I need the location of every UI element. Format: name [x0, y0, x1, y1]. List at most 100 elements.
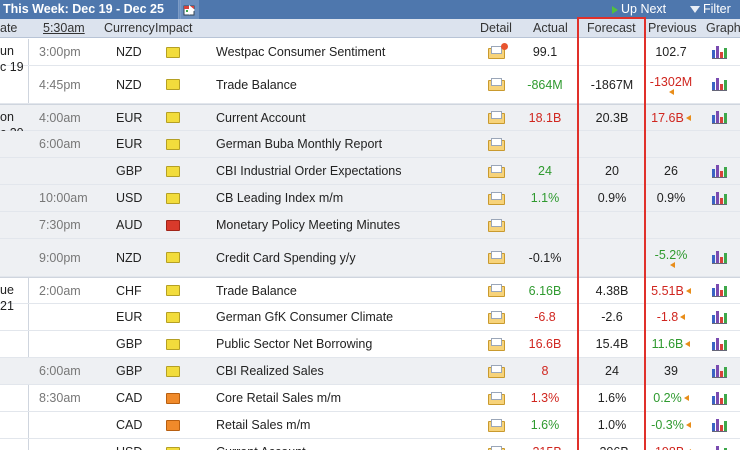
revised-icon[interactable]	[669, 88, 675, 95]
header-time-toggle[interactable]: 5:30am	[43, 19, 85, 38]
folder-icon[interactable]	[488, 78, 505, 91]
bar-chart-icon[interactable]	[712, 111, 727, 124]
graph-cell[interactable]	[712, 304, 732, 330]
table-row[interactable]: 9:00pm NZD Credit Card Spending y/y -0.1% -5…	[0, 239, 740, 277]
table-row[interactable]: 8:30am CAD Core Retail Sales m/m 1.3% 1.6% 0.…	[0, 385, 740, 412]
folder-icon[interactable]	[488, 251, 505, 264]
bar-chart-icon[interactable]	[712, 45, 727, 59]
table-row[interactable]: GBP Public Sector Net Borrowing 16.6B 15.4B…	[0, 331, 740, 358]
revised-icon[interactable]	[669, 261, 675, 268]
revised-icon[interactable]	[685, 341, 691, 347]
folder-icon[interactable]	[488, 445, 505, 450]
detail-cell[interactable]	[488, 358, 510, 384]
event-title[interactable]: Public Sector Net Borrowing	[216, 331, 476, 357]
bar-chart-icon[interactable]	[712, 337, 727, 351]
previous-value: -1.8	[656, 310, 679, 324]
graph-cell[interactable]	[712, 358, 732, 384]
filter-button[interactable]: Filter	[690, 0, 731, 19]
revised-icon[interactable]	[680, 314, 686, 320]
graph-cell[interactable]	[712, 239, 732, 276]
bar-chart-icon[interactable]	[712, 191, 727, 205]
detail-cell[interactable]	[488, 412, 510, 438]
event-title[interactable]: Current Account	[216, 439, 476, 450]
detail-cell[interactable]	[488, 131, 510, 157]
folder-icon[interactable]	[488, 418, 505, 432]
graph-cell[interactable]	[712, 158, 732, 184]
folder-icon[interactable]	[488, 391, 505, 405]
next-week-button[interactable]	[180, 0, 202, 19]
table-row[interactable]: onc 20 4:00am EUR Current Account 18.1B 20.3B…	[0, 104, 740, 140]
folder-icon[interactable]	[488, 111, 505, 124]
graph-cell[interactable]	[712, 185, 732, 211]
detail-cell[interactable]	[488, 278, 510, 303]
bar-chart-icon[interactable]	[712, 364, 727, 378]
table-row[interactable]: EUR German GfK Consumer Climate -6.8 -2.6 -1…	[0, 304, 740, 331]
revised-icon[interactable]	[685, 422, 691, 428]
event-title[interactable]: Trade Balance	[216, 278, 476, 303]
bar-chart-icon[interactable]	[712, 310, 727, 324]
table-row[interactable]: 4:45pm NZD Trade Balance -864M -1867M -1302M	[0, 66, 740, 104]
revised-icon[interactable]	[685, 287, 691, 294]
bar-chart-icon[interactable]	[712, 251, 727, 264]
event-time: 9:00pm	[39, 250, 81, 265]
graph-cell[interactable]	[712, 39, 732, 65]
event-title[interactable]: Monetary Policy Meeting Minutes	[216, 212, 476, 238]
detail-cell[interactable]	[488, 105, 510, 130]
table-row[interactable]: 6:00am EUR German Buba Monthly Report	[0, 131, 740, 158]
event-title[interactable]: CBI Realized Sales	[216, 358, 476, 384]
detail-cell[interactable]	[488, 212, 510, 238]
folder-icon[interactable]	[488, 191, 505, 205]
event-title[interactable]: CBI Industrial Order Expectations	[216, 158, 476, 184]
detail-cell[interactable]	[488, 185, 510, 211]
folder-icon[interactable]	[488, 164, 505, 178]
graph-cell[interactable]	[712, 278, 732, 303]
folder-icon[interactable]	[488, 337, 505, 351]
bar-chart-icon[interactable]	[712, 391, 727, 405]
graph-cell[interactable]	[712, 439, 732, 450]
event-title[interactable]: Credit Card Spending y/y	[216, 239, 476, 276]
event-title[interactable]: Retail Sales m/m	[216, 412, 476, 438]
event-title[interactable]: CB Leading Index m/m	[216, 185, 476, 211]
detail-cell[interactable]	[488, 304, 510, 330]
table-row[interactable]: CAD Retail Sales m/m 1.6% 1.0% -0.3%	[0, 412, 740, 439]
folder-icon[interactable]	[488, 284, 505, 297]
detail-cell[interactable]	[488, 331, 510, 357]
revised-icon[interactable]	[685, 114, 691, 121]
detail-cell[interactable]	[488, 39, 510, 65]
graph-cell[interactable]	[712, 331, 732, 357]
detail-cell[interactable]	[488, 66, 510, 103]
folder-icon[interactable]	[488, 218, 505, 232]
folder-icon[interactable]	[488, 137, 505, 151]
up-next-link[interactable]: Up Next	[612, 0, 666, 19]
detail-cell[interactable]	[488, 158, 510, 184]
table-row[interactable]: 6:00am GBP CBI Realized Sales 8 24 39	[0, 358, 740, 385]
graph-cell[interactable]	[712, 412, 732, 438]
event-title[interactable]: German Buba Monthly Report	[216, 131, 476, 157]
table-row[interactable]: ue 21 2:00am CHF Trade Balance 6.16B 4.38B 5.51…	[0, 277, 740, 313]
event-title[interactable]: German GfK Consumer Climate	[216, 304, 476, 330]
table-row[interactable]: GBP CBI Industrial Order Expectations 24 20…	[0, 158, 740, 185]
detail-cell[interactable]	[488, 439, 510, 450]
detail-cell[interactable]	[488, 239, 510, 276]
event-title[interactable]: Current Account	[216, 105, 476, 130]
table-row[interactable]: 7:30pm AUD Monetary Policy Meeting Minutes	[0, 212, 740, 239]
revised-icon[interactable]	[683, 395, 689, 401]
graph-cell[interactable]	[712, 385, 732, 411]
bar-chart-icon[interactable]	[712, 418, 727, 432]
event-title[interactable]: Core Retail Sales m/m	[216, 385, 476, 411]
bar-chart-icon[interactable]	[712, 284, 727, 297]
table-row[interactable]: 10:00am USD CB Leading Index m/m 1.1% 0.9% 0.…	[0, 185, 740, 212]
graph-cell[interactable]	[712, 105, 732, 130]
bar-chart-icon[interactable]	[712, 78, 727, 91]
detail-cell[interactable]	[488, 385, 510, 411]
folder-new-icon[interactable]	[488, 42, 508, 59]
bar-chart-icon[interactable]	[712, 164, 727, 178]
folder-icon[interactable]	[488, 310, 505, 324]
table-row[interactable]: un c 19 3:00pm NZD Westpac Consumer Sentimen…	[0, 39, 740, 74]
folder-icon[interactable]	[488, 364, 505, 378]
event-title[interactable]: Westpac Consumer Sentiment	[216, 39, 476, 65]
event-title[interactable]: Trade Balance	[216, 66, 476, 103]
table-row[interactable]: USD Current Account -215B -206B -198B	[0, 439, 740, 450]
graph-cell[interactable]	[712, 66, 732, 103]
bar-chart-icon[interactable]	[712, 445, 727, 450]
